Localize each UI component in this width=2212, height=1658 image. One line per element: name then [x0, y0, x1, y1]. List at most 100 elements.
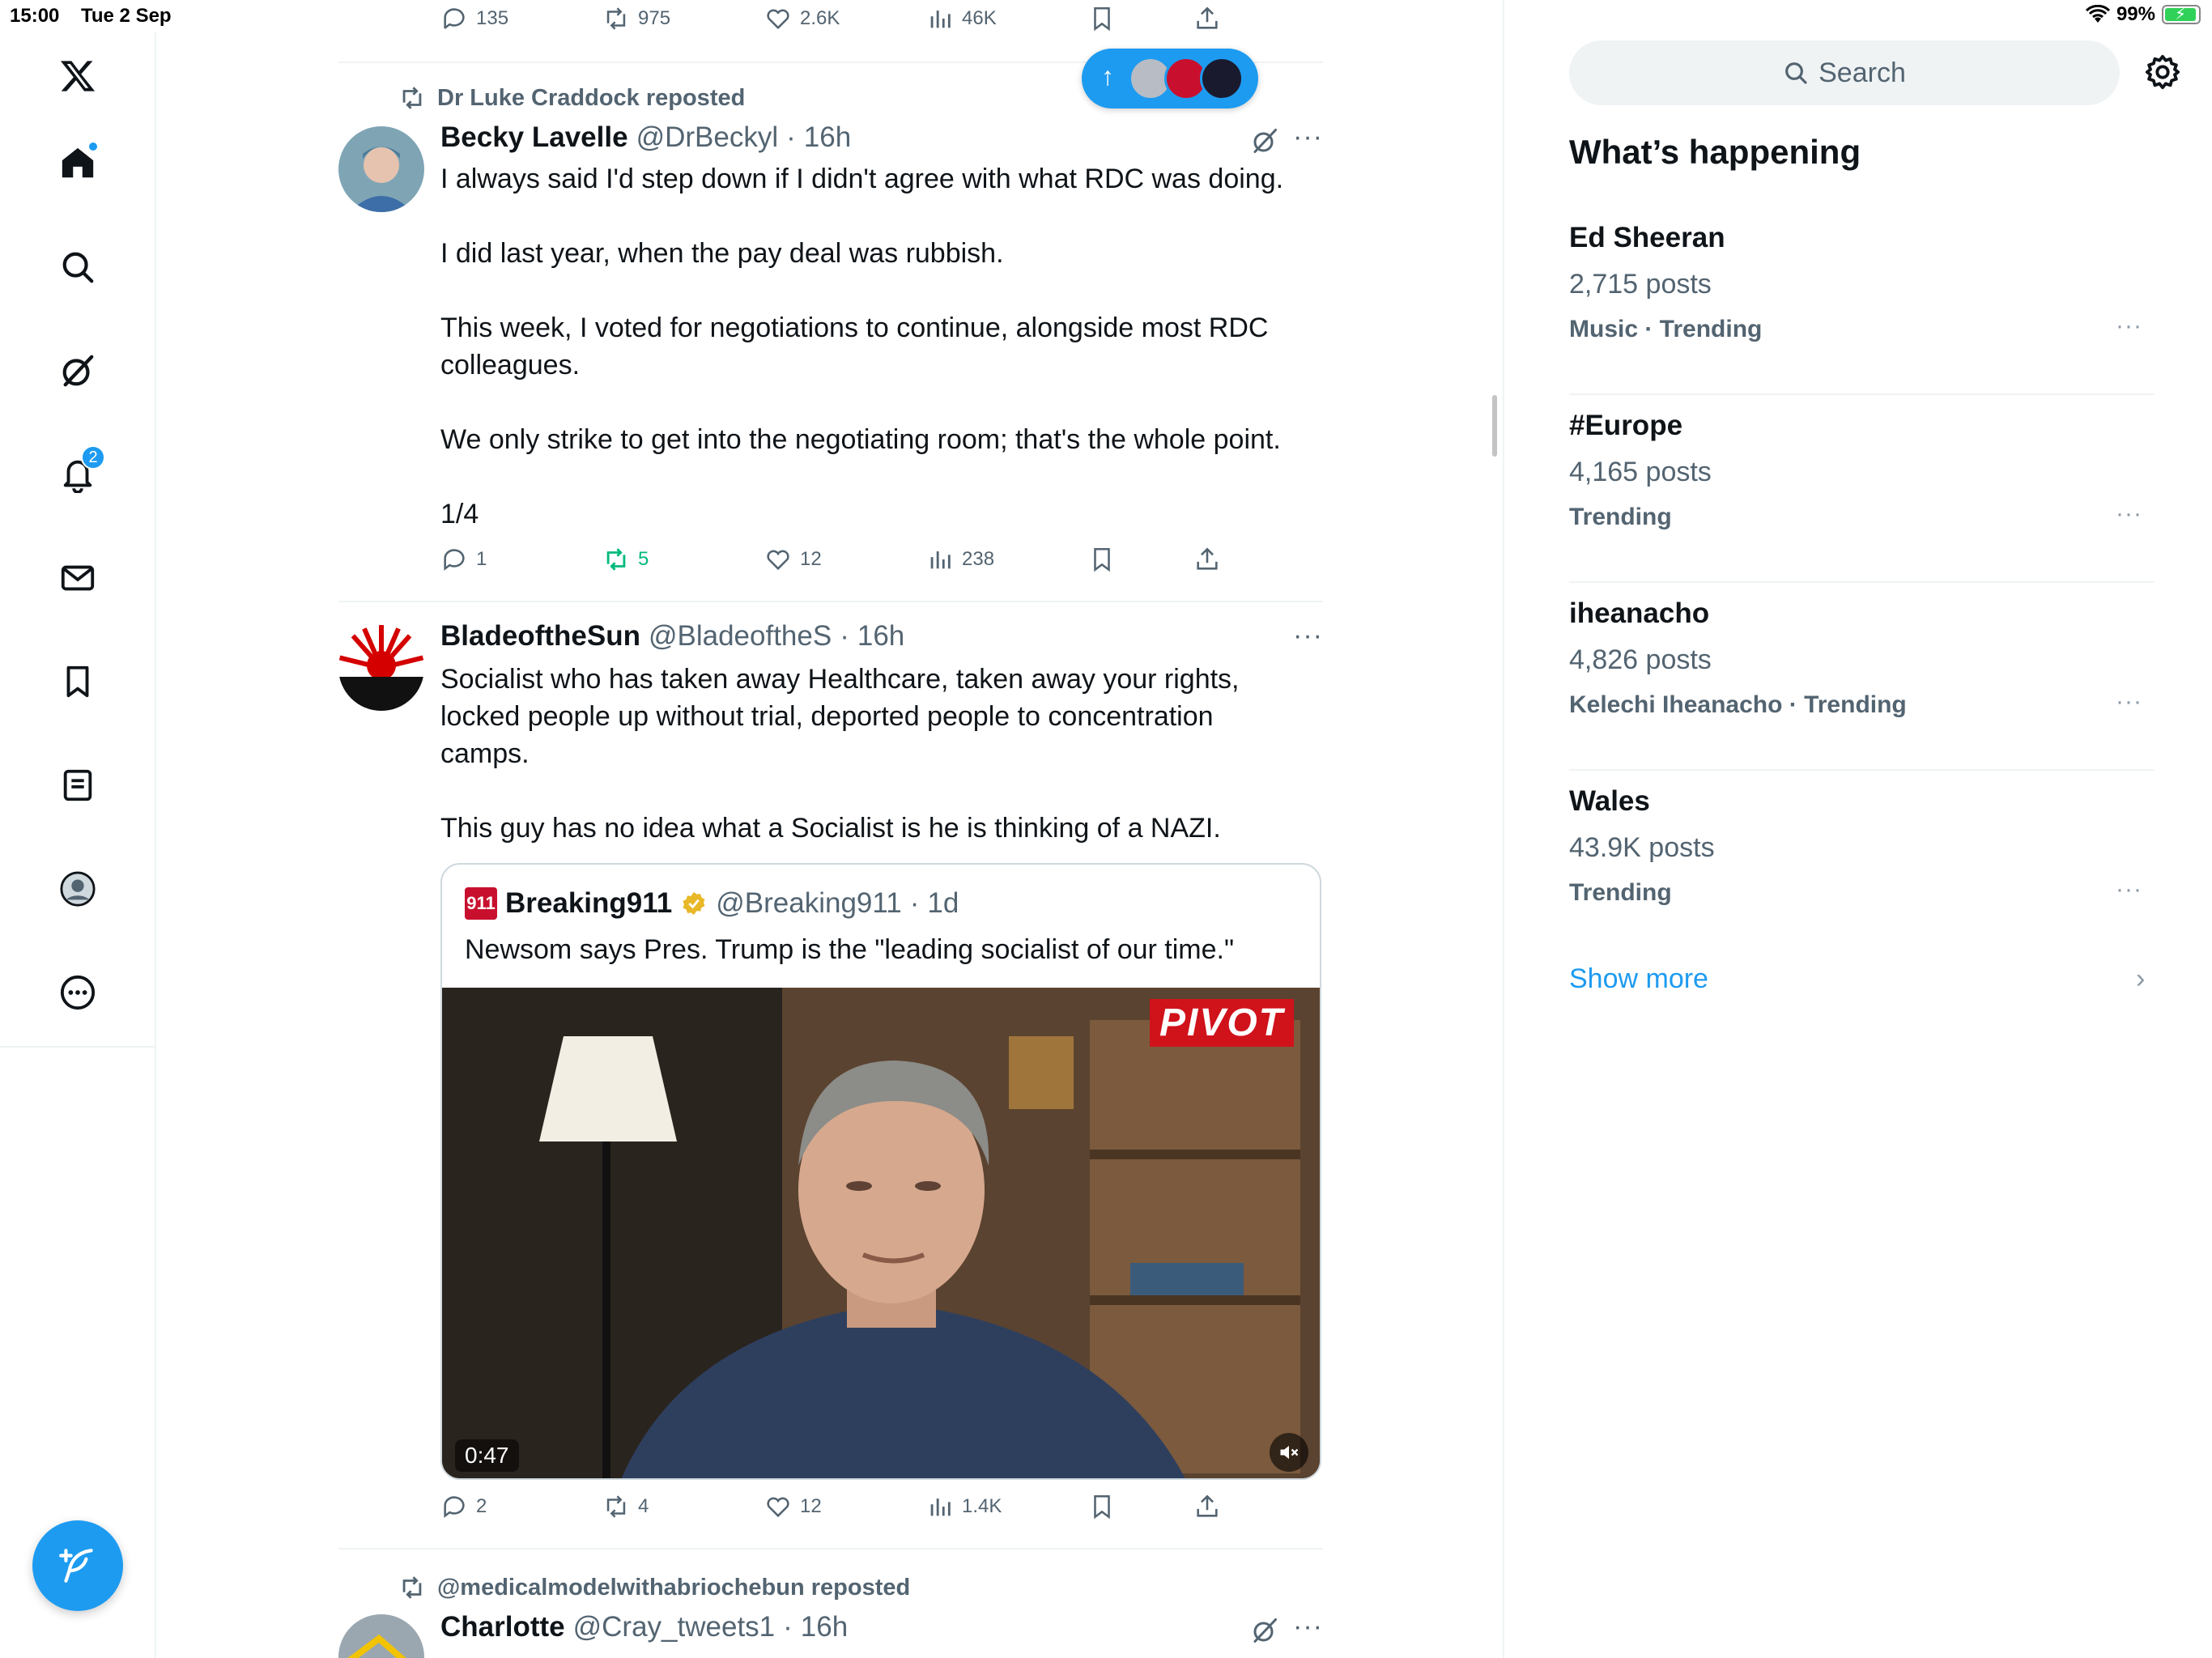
- views-button[interactable]: 1.4K: [926, 1493, 1002, 1520]
- settings-gear-button[interactable]: [2144, 53, 2183, 92]
- avatar-charlotte[interactable]: [338, 1614, 424, 1658]
- bookmark-icon: [1094, 547, 1110, 572]
- trend-more-button[interactable]: ···: [2116, 500, 2142, 528]
- dot-separator: ·: [909, 887, 920, 919]
- video-player[interactable]: PIVOT 0:47: [442, 988, 1320, 1478]
- repost-icon: [606, 548, 626, 571]
- x-logo-icon[interactable]: [53, 52, 102, 100]
- author-name[interactable]: Charlotte: [440, 1611, 565, 1643]
- share-button[interactable]: [1193, 1493, 1221, 1520]
- whats-happening-heading: What’s happening: [1569, 133, 1861, 171]
- repost-button[interactable]: 4: [602, 1493, 649, 1520]
- like-count: 12: [800, 1495, 822, 1517]
- like-button[interactable]: 12: [764, 1493, 822, 1520]
- trend-item[interactable]: iheanacho 4,826 posts Kelechi Iheanacho …: [1569, 583, 2154, 771]
- trend-more-button[interactable]: ···: [2116, 688, 2142, 716]
- profile-avatar-icon[interactable]: [53, 865, 102, 913]
- search-input[interactable]: Search: [1569, 40, 2120, 105]
- reply-button[interactable]: 2: [440, 1493, 487, 1520]
- author-handle[interactable]: @BladeoftheS: [649, 620, 832, 653]
- verified-badge-icon: [683, 891, 705, 916]
- views-count: 1.4K: [962, 1495, 1002, 1517]
- author-name[interactable]: BladeoftheSun: [440, 620, 640, 653]
- home-icon[interactable]: [53, 139, 102, 188]
- tweet-time[interactable]: 16h: [801, 1611, 848, 1643]
- tweet-time[interactable]: 16h: [857, 620, 904, 653]
- new-posts-pill[interactable]: ↑: [1082, 49, 1258, 108]
- like-button[interactable]: 2.6K: [764, 5, 840, 32]
- compose-post-button[interactable]: [32, 1520, 123, 1611]
- reply-count: 135: [476, 7, 509, 29]
- views-button[interactable]: 238: [926, 546, 994, 573]
- video-duration: 0:47: [455, 1439, 519, 1472]
- like-button[interactable]: 12: [764, 546, 822, 573]
- like-count: 12: [800, 548, 822, 570]
- mute-toggle-button[interactable]: [1270, 1433, 1308, 1472]
- repost-small-icon: [402, 1576, 422, 1599]
- repost-icon: [606, 7, 626, 30]
- show-more-link[interactable]: Show more: [1569, 963, 1708, 995]
- author-handle[interactable]: @DrBeckyl: [636, 121, 779, 154]
- reply-button[interactable]: 135: [440, 5, 508, 32]
- tweet-more-button[interactable]: ···: [1293, 121, 1323, 153]
- pill-avatar: [1200, 57, 1244, 100]
- bookmark-button[interactable]: [1088, 1493, 1116, 1520]
- trend-item[interactable]: #Europe 4,165 posts Trending ···: [1569, 395, 2154, 583]
- share-button[interactable]: [1193, 5, 1221, 32]
- trend-more-button[interactable]: ···: [2116, 312, 2142, 340]
- bookmark-button[interactable]: [1088, 5, 1116, 32]
- views-button[interactable]: 46K: [926, 5, 997, 32]
- like-count: 2.6K: [800, 7, 840, 29]
- quoted-tweet[interactable]: 911 Breaking911 @Breaking911 · 1d Newsom…: [440, 863, 1321, 1480]
- author-handle[interactable]: @Cray_tweets1: [573, 1611, 776, 1643]
- tweet-time[interactable]: 16h: [804, 121, 851, 154]
- bookmarks-icon[interactable]: [53, 657, 102, 706]
- reply-button[interactable]: 1: [440, 546, 487, 573]
- trend-name: #Europe: [1569, 410, 1683, 441]
- repost-indicator[interactable]: Dr Luke Craddock reposted: [398, 84, 745, 112]
- chevron-right-icon: ›: [2136, 963, 2146, 994]
- home-unread-dot: [87, 141, 99, 152]
- author-name[interactable]: Becky Lavelle: [440, 121, 628, 154]
- share-icon: [1197, 547, 1218, 570]
- views-count: 46K: [962, 7, 997, 29]
- lists-icon[interactable]: [53, 761, 102, 810]
- tweet-actions-previous: 135 975 2.6K 46K: [440, 5, 1299, 40]
- messages-envelope-icon[interactable]: [53, 554, 102, 602]
- reposted-by-text: @medicalmodelwithabriochebun reposted: [437, 1574, 911, 1601]
- repost-button[interactable]: 5: [602, 546, 649, 573]
- dot-separator: ·: [840, 620, 849, 652]
- tweet-more-button[interactable]: ···: [1293, 1611, 1323, 1643]
- share-button[interactable]: [1193, 546, 1221, 573]
- more-options-icon[interactable]: [53, 968, 102, 1017]
- scrollbar-thumb[interactable]: [1492, 395, 1497, 457]
- status-time: 15:00: [10, 5, 60, 27]
- breaking911-avatar: 911: [465, 887, 497, 920]
- reply-count: 2: [476, 1495, 487, 1517]
- avatar-becky-lavelle[interactable]: [338, 126, 424, 212]
- timeline-feed: 135 975 2.6K 46K Dr Luke Craddock repost…: [338, 0, 1323, 1658]
- share-icon: [1197, 6, 1218, 29]
- quote-header: 911 Breaking911 @Breaking911 · 1d: [465, 887, 959, 920]
- trend-item[interactable]: Wales 43.9K posts Trending ···: [1569, 771, 2154, 959]
- grok-explain-icon[interactable]: [1250, 1616, 1279, 1645]
- reposted-by-text: Dr Luke Craddock reposted: [437, 84, 746, 111]
- trend-more-button[interactable]: ···: [2116, 876, 2142, 903]
- repost-button[interactable]: 975: [602, 5, 670, 32]
- grok-explain-icon[interactable]: [1250, 126, 1279, 155]
- trend-post-count: 2,715 posts: [1569, 269, 1712, 300]
- trend-item[interactable]: Ed Sheeran 2,715 posts Music · Trending …: [1569, 207, 2154, 395]
- bookmark-button[interactable]: [1088, 546, 1116, 573]
- tweet-header: Becky Lavelle @DrBeckyl · 16h: [440, 121, 851, 154]
- avatar-bladeofthesun[interactable]: [338, 625, 424, 711]
- grok-icon[interactable]: [53, 346, 102, 395]
- notifications-bell-icon[interactable]: 2: [53, 445, 105, 499]
- tweet-more-button[interactable]: ···: [1293, 620, 1323, 652]
- views-chart-icon: [930, 11, 951, 28]
- repost-indicator[interactable]: @medicalmodelwithabriochebun reposted: [398, 1574, 910, 1601]
- speaker-muted-icon: [1280, 1445, 1299, 1460]
- quote-author-name: Breaking911: [505, 887, 673, 919]
- tweet-divider: [338, 1548, 1323, 1550]
- quote-time: 1d: [927, 887, 959, 919]
- search-icon[interactable]: [53, 243, 102, 291]
